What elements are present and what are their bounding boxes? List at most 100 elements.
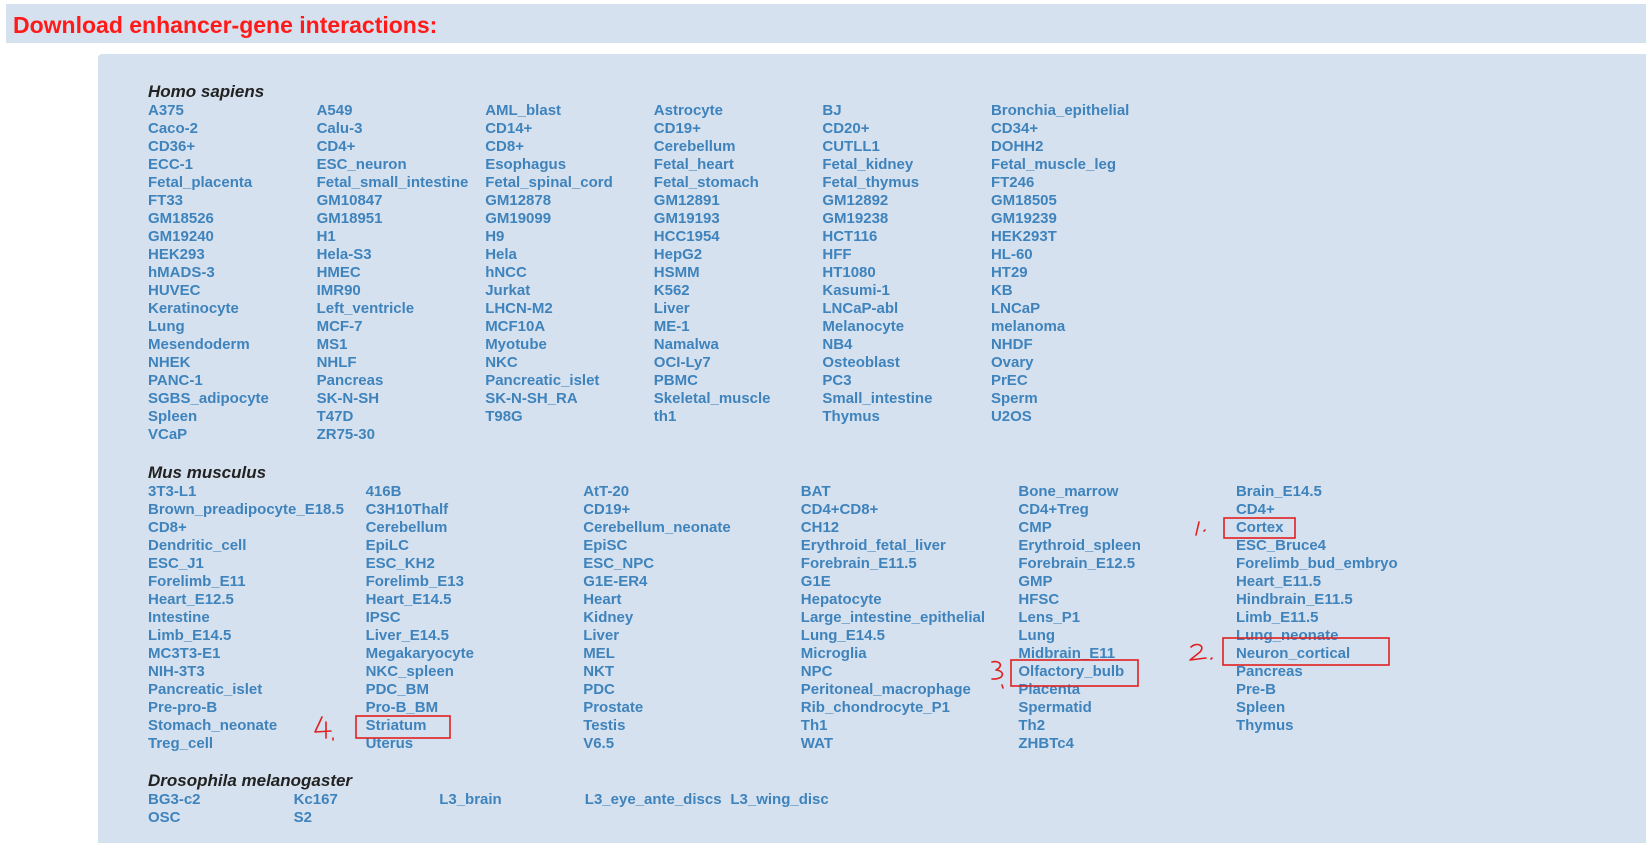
sample-link-mus-musculus-intestine[interactable]: Intestine bbox=[148, 609, 366, 627]
sample-link-homo-sapiens-h1[interactable]: H1 bbox=[317, 228, 486, 246]
sample-link-homo-sapiens-gm18951[interactable]: GM18951 bbox=[317, 210, 486, 228]
sample-link-mus-musculus-thymus[interactable]: Thymus bbox=[1236, 717, 1454, 735]
sample-link-homo-sapiens-fetal-stomach[interactable]: Fetal_stomach bbox=[654, 174, 823, 192]
sample-link-mus-musculus-hfsc[interactable]: HFSC bbox=[1018, 591, 1236, 609]
sample-link-homo-sapiens-calu-3[interactable]: Calu-3 bbox=[317, 120, 486, 138]
sample-link-homo-sapiens-t47d[interactable]: T47D bbox=[317, 408, 486, 426]
sample-link-mus-musculus-nkc-spleen[interactable]: NKC_spleen bbox=[366, 663, 584, 681]
sample-link-homo-sapiens-fetal-placenta[interactable]: Fetal_placenta bbox=[148, 174, 317, 192]
sample-link-mus-musculus-bat[interactable]: BAT bbox=[801, 483, 1019, 501]
sample-link-mus-musculus-striatum[interactable]: Striatum bbox=[366, 717, 584, 735]
sample-link-homo-sapiens-gm18526[interactable]: GM18526 bbox=[148, 210, 317, 228]
sample-link-mus-musculus-pancreas[interactable]: Pancreas bbox=[1236, 663, 1454, 681]
sample-link-mus-musculus-pro-b-bm[interactable]: Pro-B_BM bbox=[366, 699, 584, 717]
sample-link-mus-musculus-hepatocyte[interactable]: Hepatocyte bbox=[801, 591, 1019, 609]
sample-link-homo-sapiens-pbmc[interactable]: PBMC bbox=[654, 372, 823, 390]
sample-link-homo-sapiens-ft246[interactable]: FT246 bbox=[991, 174, 1160, 192]
sample-link-mus-musculus-olfactory-bulb[interactable]: Olfactory_bulb bbox=[1018, 663, 1236, 681]
sample-link-homo-sapiens-gm19240[interactable]: GM19240 bbox=[148, 228, 317, 246]
sample-link-homo-sapiens-hncc[interactable]: hNCC bbox=[485, 264, 654, 282]
sample-link-homo-sapiens-a375[interactable]: A375 bbox=[148, 102, 317, 120]
sample-link-homo-sapiens-ht29[interactable]: HT29 bbox=[991, 264, 1160, 282]
sample-link-homo-sapiens-kb[interactable]: KB bbox=[991, 282, 1160, 300]
sample-link-mus-musculus-pdc-bm[interactable]: PDC_BM bbox=[366, 681, 584, 699]
sample-link-mus-musculus-esc-bruce4[interactable]: ESC_Bruce4 bbox=[1236, 537, 1454, 555]
sample-link-homo-sapiens-a549[interactable]: A549 bbox=[317, 102, 486, 120]
sample-link-homo-sapiens-sk-n-sh[interactable]: SK-N-SH bbox=[317, 390, 486, 408]
sample-link-homo-sapiens-ms1[interactable]: MS1 bbox=[317, 336, 486, 354]
sample-link-homo-sapiens-imr90[interactable]: IMR90 bbox=[317, 282, 486, 300]
sample-link-mus-musculus-nkt[interactable]: NKT bbox=[583, 663, 801, 681]
sample-link-mus-musculus-416b[interactable]: 416B bbox=[366, 483, 584, 501]
sample-link-homo-sapiens-u2os[interactable]: U2OS bbox=[991, 408, 1160, 426]
sample-link-homo-sapiens-hepg2[interactable]: HepG2 bbox=[654, 246, 823, 264]
sample-link-homo-sapiens-melanoma[interactable]: melanoma bbox=[991, 318, 1160, 336]
sample-link-mus-musculus-erythroid-spleen[interactable]: Erythroid_spleen bbox=[1018, 537, 1236, 555]
sample-link-mus-musculus-cd4[interactable]: CD4+ bbox=[1236, 501, 1454, 519]
sample-link-homo-sapiens-gm19193[interactable]: GM19193 bbox=[654, 210, 823, 228]
sample-link-homo-sapiens-cutll1[interactable]: CUTLL1 bbox=[822, 138, 991, 156]
sample-link-mus-musculus-cerebellum-neonate[interactable]: Cerebellum_neonate bbox=[583, 519, 801, 537]
sample-link-homo-sapiens-sgbs-adipocyte[interactable]: SGBS_adipocyte bbox=[148, 390, 317, 408]
sample-link-homo-sapiens-fetal-kidney[interactable]: Fetal_kidney bbox=[822, 156, 991, 174]
sample-link-mus-musculus-dendritic-cell[interactable]: Dendritic_cell bbox=[148, 537, 366, 555]
sample-link-homo-sapiens-esophagus[interactable]: Esophagus bbox=[485, 156, 654, 174]
sample-link-mus-musculus-npc[interactable]: NPC bbox=[801, 663, 1019, 681]
sample-link-mus-musculus-esc-kh2[interactable]: ESC_KH2 bbox=[366, 555, 584, 573]
sample-link-mus-musculus-ch12[interactable]: CH12 bbox=[801, 519, 1019, 537]
sample-link-homo-sapiens-mcf-7[interactable]: MCF-7 bbox=[317, 318, 486, 336]
sample-link-homo-sapiens-hek293[interactable]: HEK293 bbox=[148, 246, 317, 264]
sample-link-homo-sapiens-fetal-muscle-leg[interactable]: Fetal_muscle_leg bbox=[991, 156, 1160, 174]
sample-link-homo-sapiens-cd14[interactable]: CD14+ bbox=[485, 120, 654, 138]
sample-link-mus-musculus-kidney[interactable]: Kidney bbox=[583, 609, 801, 627]
sample-link-mus-musculus-3t3-l1[interactable]: 3T3-L1 bbox=[148, 483, 366, 501]
sample-link-mus-musculus-heart-e11-5[interactable]: Heart_E11.5 bbox=[1236, 573, 1454, 591]
sample-link-mus-musculus-epilc[interactable]: EpiLC bbox=[366, 537, 584, 555]
sample-link-homo-sapiens-nkc[interactable]: NKC bbox=[485, 354, 654, 372]
sample-link-homo-sapiens-bj[interactable]: BJ bbox=[822, 102, 991, 120]
sample-link-mus-musculus-limb-e14-5[interactable]: Limb_E14.5 bbox=[148, 627, 366, 645]
sample-link-homo-sapiens-cd19[interactable]: CD19+ bbox=[654, 120, 823, 138]
sample-link-mus-musculus-forelimb-e13[interactable]: Forelimb_E13 bbox=[366, 573, 584, 591]
sample-link-mus-musculus-hindbrain-e11-5[interactable]: Hindbrain_E11.5 bbox=[1236, 591, 1454, 609]
sample-link-homo-sapiens-gm12892[interactable]: GM12892 bbox=[822, 192, 991, 210]
sample-link-homo-sapiens-pancreatic-islet[interactable]: Pancreatic_islet bbox=[485, 372, 654, 390]
sample-link-mus-musculus-cd4-treg[interactable]: CD4+Treg bbox=[1018, 501, 1236, 519]
sample-link-homo-sapiens-hl-60[interactable]: HL-60 bbox=[991, 246, 1160, 264]
sample-link-homo-sapiens-gm19238[interactable]: GM19238 bbox=[822, 210, 991, 228]
sample-link-homo-sapiens-myotube[interactable]: Myotube bbox=[485, 336, 654, 354]
sample-link-mus-musculus-liver-e14-5[interactable]: Liver_E14.5 bbox=[366, 627, 584, 645]
sample-link-drosophila-l3-brain[interactable]: L3_brain bbox=[439, 791, 585, 809]
sample-link-homo-sapiens-hct116[interactable]: HCT116 bbox=[822, 228, 991, 246]
sample-link-homo-sapiens-liver[interactable]: Liver bbox=[654, 300, 823, 318]
sample-link-homo-sapiens-pc3[interactable]: PC3 bbox=[822, 372, 991, 390]
sample-link-mus-musculus-spleen[interactable]: Spleen bbox=[1236, 699, 1454, 717]
sample-link-homo-sapiens-small-intestine[interactable]: Small_intestine bbox=[822, 390, 991, 408]
sample-link-mus-musculus-cortex[interactable]: Cortex bbox=[1236, 519, 1454, 537]
sample-link-homo-sapiens-namalwa[interactable]: Namalwa bbox=[654, 336, 823, 354]
sample-link-mus-musculus-placenta[interactable]: Placenta bbox=[1018, 681, 1236, 699]
sample-link-drosophila-kc167[interactable]: Kc167 bbox=[294, 791, 440, 809]
sample-link-homo-sapiens-kasumi-1[interactable]: Kasumi-1 bbox=[822, 282, 991, 300]
sample-link-mus-musculus-pancreatic-islet[interactable]: Pancreatic_islet bbox=[148, 681, 366, 699]
sample-link-drosophila-s2[interactable]: S2 bbox=[294, 809, 440, 827]
sample-link-mus-musculus-peritoneal-macrophage[interactable]: Peritoneal_macrophage bbox=[801, 681, 1019, 699]
sample-link-mus-musculus-cd8[interactable]: CD8+ bbox=[148, 519, 366, 537]
sample-link-homo-sapiens-aml-blast[interactable]: AML_blast bbox=[485, 102, 654, 120]
sample-link-mus-musculus-cmp[interactable]: CMP bbox=[1018, 519, 1236, 537]
sample-link-mus-musculus-forebrain-e12-5[interactable]: Forebrain_E12.5 bbox=[1018, 555, 1236, 573]
sample-link-homo-sapiens-caco-2[interactable]: Caco-2 bbox=[148, 120, 317, 138]
sample-link-homo-sapiens-sk-n-sh-ra[interactable]: SK-N-SH_RA bbox=[485, 390, 654, 408]
sample-link-mus-musculus-microglia[interactable]: Microglia bbox=[801, 645, 1019, 663]
sample-link-homo-sapiens-fetal-heart[interactable]: Fetal_heart bbox=[654, 156, 823, 174]
sample-link-mus-musculus-lung[interactable]: Lung bbox=[1018, 627, 1236, 645]
sample-link-mus-musculus-bone-marrow[interactable]: Bone_marrow bbox=[1018, 483, 1236, 501]
sample-link-mus-musculus-g1e[interactable]: G1E bbox=[801, 573, 1019, 591]
sample-link-mus-musculus-stomach-neonate[interactable]: Stomach_neonate bbox=[148, 717, 366, 735]
sample-link-homo-sapiens-nhdf[interactable]: NHDF bbox=[991, 336, 1160, 354]
sample-link-mus-musculus-att-20[interactable]: AtT-20 bbox=[583, 483, 801, 501]
sample-link-mus-musculus-midbrain-e11[interactable]: Midbrain_E11 bbox=[1018, 645, 1236, 663]
sample-link-homo-sapiens-dohh2[interactable]: DOHH2 bbox=[991, 138, 1160, 156]
sample-link-homo-sapiens-jurkat[interactable]: Jurkat bbox=[485, 282, 654, 300]
sample-link-homo-sapiens-nb4[interactable]: NB4 bbox=[822, 336, 991, 354]
